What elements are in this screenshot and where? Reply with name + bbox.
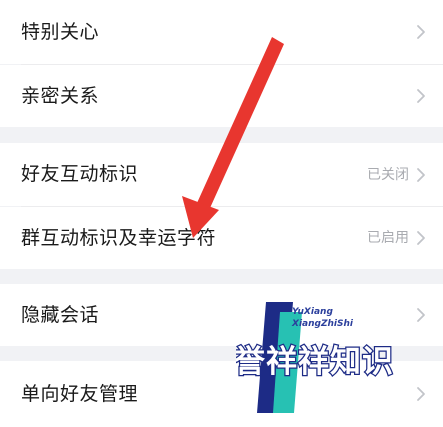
watermark-logo: YuXiang XiangZhiShi 誉祥祥知识 <box>233 300 443 415</box>
settings-item-label: 隐藏会话 <box>21 303 100 326</box>
settings-item-group-interaction-badge[interactable]: 群互动标识及幸运字符 已启用 <box>0 207 443 269</box>
watermark-line1: YuXiang <box>292 307 333 317</box>
settings-item-friend-interaction-badge[interactable]: 好友互动标识 已关闭 <box>0 143 443 206</box>
settings-item-special-care[interactable]: 特别关心 <box>0 0 443 64</box>
chevron-right-icon <box>417 167 425 182</box>
settings-item-label: 单向好友管理 <box>21 382 139 405</box>
settings-item-label: 好友互动标识 <box>21 163 139 185</box>
watermark-brand: 誉祥祥知识 <box>236 344 394 380</box>
settings-item-label: 亲密关系 <box>21 84 100 107</box>
watermark-line2: XiangZhiShi <box>291 319 354 329</box>
settings-item-intimate-relations[interactable]: 亲密关系 <box>0 65 443 127</box>
settings-item-status: 已启用 <box>367 230 409 246</box>
chevron-right-icon <box>417 25 425 39</box>
settings-item-status: 已关闭 <box>367 166 409 183</box>
chevron-right-icon <box>417 89 425 103</box>
chevron-right-icon <box>417 231 425 245</box>
settings-item-label: 群互动标识及幸运字符 <box>21 226 217 249</box>
settings-item-label: 特别关心 <box>21 20 100 43</box>
